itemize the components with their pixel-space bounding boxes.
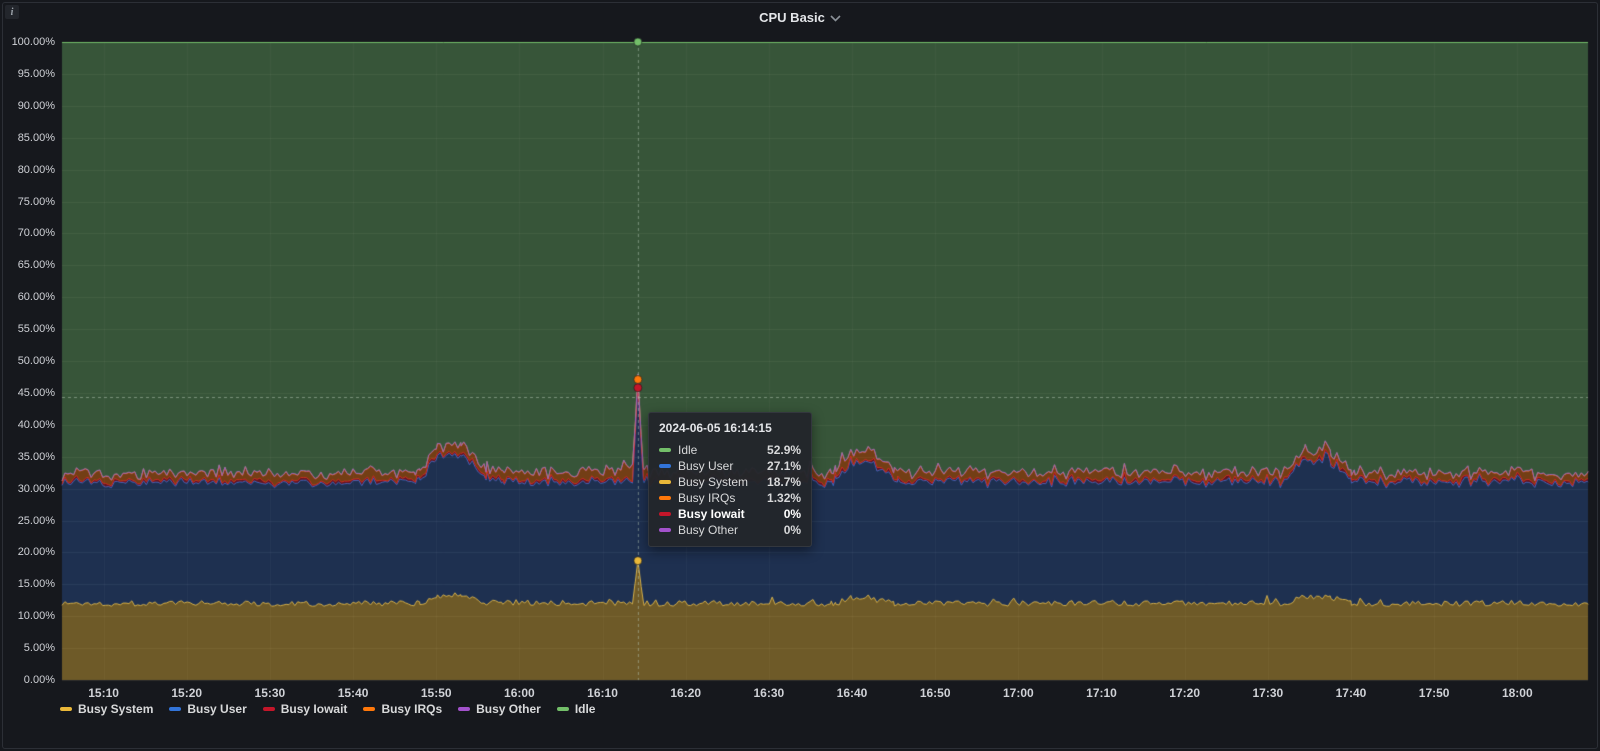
y-axis-label: 25.00% <box>17 514 55 527</box>
y-axis-label: 95.00% <box>17 67 55 80</box>
y-axis-label: 45.00% <box>17 386 55 399</box>
y-axis-label: 50.00% <box>17 355 55 367</box>
x-axis-label: 17:50 <box>1418 686 1450 700</box>
x-axis-label: 15:30 <box>254 686 286 700</box>
tooltip-row-busy-irqs: Busy IRQs 1.32% <box>659 490 801 506</box>
legend-item-busy-irqs[interactable]: Busy IRQs <box>363 702 442 716</box>
legend-label: Busy System <box>78 702 154 716</box>
x-axis-label: 16:10 <box>587 686 618 700</box>
tooltip-series-swatch <box>659 448 671 452</box>
tooltip-series-value: 0% <box>783 523 802 537</box>
tooltip-row-busy-system: Busy System 18.7% <box>659 474 801 490</box>
y-axis-label: 75.00% <box>17 195 55 208</box>
legend-label: Busy Iowait <box>280 702 348 716</box>
x-axis-label: 16:40 <box>836 686 868 700</box>
x-axis-label: 17:20 <box>1169 686 1201 700</box>
tooltip-series-label: Busy User <box>678 459 734 473</box>
x-axis-label: 15:40 <box>337 686 369 700</box>
legend-swatch <box>262 707 275 711</box>
x-axis-label: 16:50 <box>919 686 951 700</box>
y-axis-label: 60.00% <box>17 291 55 304</box>
legend-item-busy-other[interactable]: Busy Other <box>458 702 541 716</box>
legend-label: Busy IRQs <box>381 702 443 716</box>
legend: Busy System Busy User Busy Iowait Busy IRQs… <box>60 702 595 716</box>
y-axis-label: 30.00% <box>17 482 55 495</box>
x-axis-label: 17:10 <box>1086 686 1117 700</box>
tooltip-series-value: 1.32% <box>767 491 802 505</box>
legend-item-idle[interactable]: Idle <box>556 702 596 716</box>
y-axis-label: 100.00% <box>11 36 55 48</box>
y-axis-label: 40.00% <box>17 418 55 431</box>
y-axis-label: 80.00% <box>17 163 55 176</box>
tooltip-row-idle: Idle 52.9% <box>659 442 801 458</box>
y-axis-label: 70.00% <box>17 227 55 240</box>
tooltip-series-value: 0% <box>783 507 802 521</box>
x-axis-label: 16:30 <box>753 686 785 700</box>
chevron-down-icon[interactable] <box>830 14 841 22</box>
legend-swatch <box>363 707 376 711</box>
legend-swatch <box>556 707 569 711</box>
tooltip: 2024-06-05 16:14:15 Idle 52.9% Busy User 27… <box>648 412 813 547</box>
y-axis-label: 5.00% <box>23 642 55 655</box>
tooltip-series-label: Busy IRQs <box>678 491 736 505</box>
y-axis-label: 15.00% <box>17 578 55 591</box>
x-axis-label: 16:20 <box>670 686 702 700</box>
tooltip-series-swatch <box>659 528 671 532</box>
x-axis-label: 15:50 <box>420 686 452 700</box>
x-axis-label: 17:00 <box>1002 686 1034 700</box>
y-axis-label: 65.00% <box>17 259 55 272</box>
legend-label: Busy User <box>187 702 247 716</box>
tooltip-series-value: 18.7% <box>767 475 802 489</box>
y-axis-label: 20.00% <box>17 546 55 559</box>
x-axis-label: 16:00 <box>504 686 535 700</box>
legend-swatch <box>60 707 72 711</box>
legend-label: Idle <box>574 702 596 716</box>
x-axis-label: 17:30 <box>1252 686 1284 700</box>
panel-info-icon[interactable]: i <box>5 5 19 19</box>
y-axis-label: 0.00% <box>23 674 55 686</box>
tooltip-title: 2024-06-05 16:14:15 <box>659 421 772 435</box>
y-axis-label: 55.00% <box>17 323 55 336</box>
tooltip-series-swatch <box>659 496 671 500</box>
tooltip-series-label: Idle <box>678 443 698 457</box>
page: { "panel": { "title": "CPU Basic", "info… <box>0 0 1600 751</box>
tooltip-series-value: 52.9% <box>767 443 802 457</box>
y-axis-label: 85.00% <box>17 131 55 144</box>
x-axis-label: 18:00 <box>1501 686 1533 700</box>
tooltip-series-swatch <box>659 464 671 468</box>
x-axis-label: 17:40 <box>1335 686 1367 700</box>
legend-swatch <box>169 707 182 711</box>
y-axis-label: 10.00% <box>17 610 55 623</box>
panel-title[interactable]: CPU Basic <box>759 10 825 25</box>
tooltip-series-label: Busy System <box>678 475 749 489</box>
x-axis-label: 15:20 <box>171 686 203 700</box>
tooltip-rows: Idle 52.9% Busy User 27.1% Busy System 18.7% B… <box>659 442 801 538</box>
tooltip-series-label: Busy Iowait <box>678 507 745 521</box>
tooltip-series-swatch <box>659 480 671 484</box>
panel-header[interactable]: CPU Basic <box>0 0 1600 34</box>
y-axis-label: 35.00% <box>17 450 55 463</box>
legend-swatch <box>458 707 471 711</box>
tooltip-row-busy-user: Busy User 27.1% <box>659 458 801 474</box>
tooltip-series-swatch <box>659 512 671 516</box>
x-axis-label: 15:10 <box>88 686 119 700</box>
tooltip-series-label: Busy Other <box>678 523 739 537</box>
y-axis-label: 90.00% <box>17 99 55 112</box>
tooltip-row-busy-other: Busy Other 0% <box>659 522 801 538</box>
chart-canvas[interactable] <box>0 0 1600 751</box>
legend-item-busy-iowait[interactable]: Busy Iowait <box>262 702 348 716</box>
legend-item-busy-system[interactable]: Busy System <box>60 702 153 716</box>
legend-item-busy-user[interactable]: Busy User <box>169 702 247 716</box>
tooltip-series-value: 27.1% <box>767 459 802 473</box>
tooltip-row-busy-iowait: Busy Iowait 0% <box>659 506 801 522</box>
legend-label: Busy Other <box>476 702 541 716</box>
